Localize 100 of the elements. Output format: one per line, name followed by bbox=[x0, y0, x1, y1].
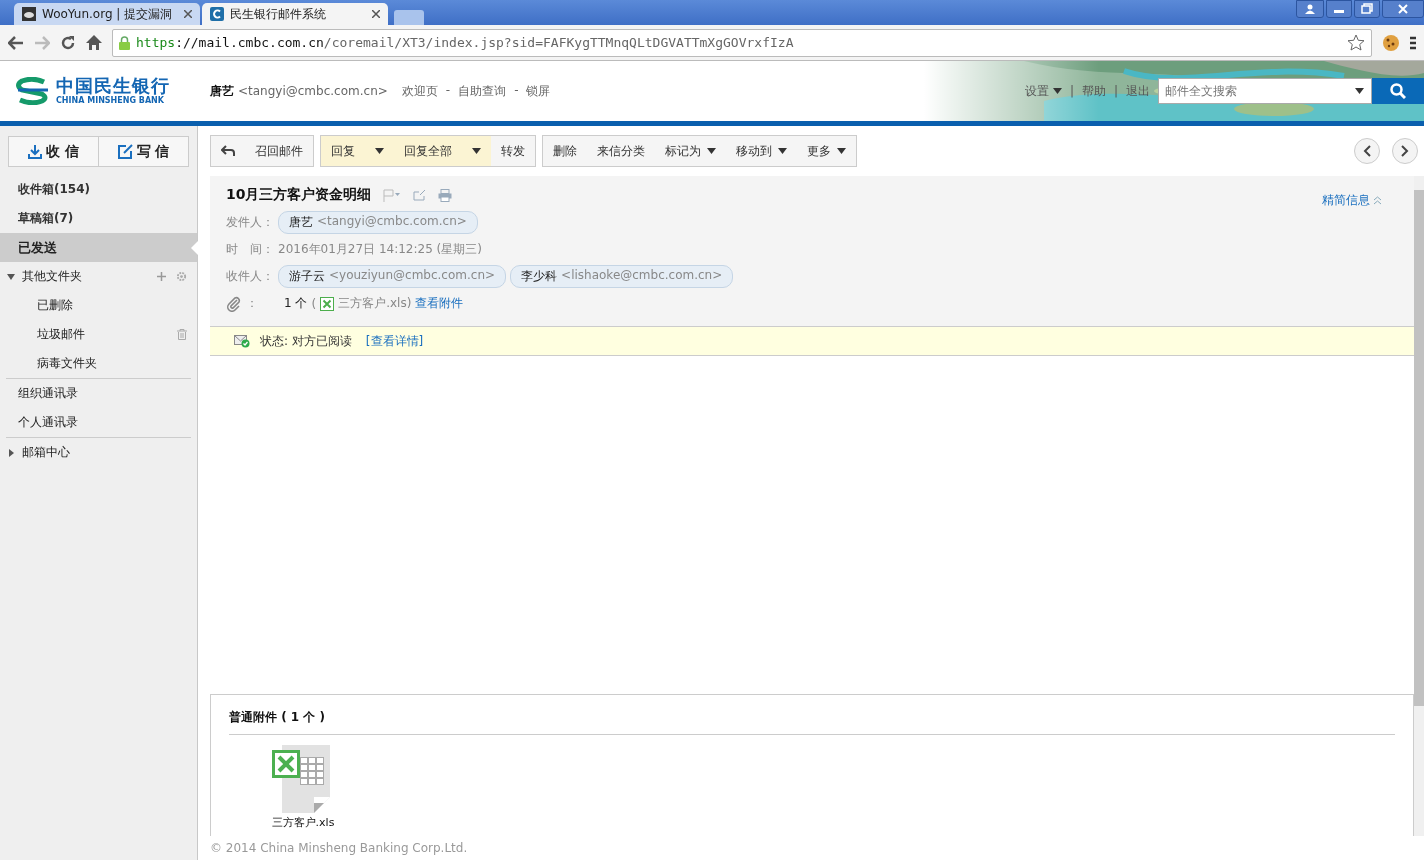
folder-item[interactable]: 收件箱(154) bbox=[18, 181, 91, 198]
logo-text: CHINA MINSHENG BANK bbox=[56, 97, 165, 105]
recipient-chip[interactable]: 李少科 <lishaoke@cmbc.com.cn> bbox=[510, 265, 734, 288]
folder-item[interactable]: 已删除 bbox=[37, 297, 73, 314]
browser-tab[interactable]: 民生银行邮件系统 bbox=[202, 3, 388, 25]
toolbar-button[interactable]: 来信分类 bbox=[587, 136, 655, 166]
status-text: 状态: 对方已阅读 bbox=[260, 332, 352, 350]
user-name: 唐艺 bbox=[210, 82, 234, 100]
minimize-icon[interactable] bbox=[1326, 0, 1352, 18]
address-bar[interactable]: https://mail.cmbc.com.cn/coremail/XT3/index.jsp?sid=FAFKygTTMnqQLtDGVATTmXgGOVrxfIzA bbox=[112, 28, 1372, 57]
folder-item[interactable]: 已发送 bbox=[18, 238, 57, 257]
browser-tab[interactable]: WooYun.org | 提交漏洞 bbox=[14, 3, 200, 25]
caret-icon bbox=[707, 148, 716, 154]
home-icon[interactable] bbox=[86, 35, 102, 50]
header-link[interactable]: 锁屏 bbox=[526, 82, 551, 100]
recipient-chip[interactable]: 游子云 <youziyun@cmbc.com.cn> bbox=[278, 265, 507, 288]
double-chevron-up-icon bbox=[1373, 196, 1382, 205]
search-icon bbox=[1390, 83, 1406, 99]
paren-text: ( bbox=[311, 296, 317, 311]
url-text: /coremail/XT3/index.jsp?sid=FAFKygTTMnqQLtDGVATTmXgGOVrxfIzA bbox=[323, 35, 794, 50]
dropdown-button[interactable] bbox=[462, 136, 491, 166]
next-button[interactable] bbox=[1392, 138, 1418, 164]
folder-item[interactable]: 垃圾邮件 bbox=[37, 326, 85, 343]
chevron-left-icon bbox=[1363, 145, 1371, 157]
compose-button[interactable]: 写 信 bbox=[98, 137, 188, 166]
back-button[interactable] bbox=[211, 136, 245, 166]
caret-icon bbox=[1355, 88, 1364, 94]
detail-toggle-link[interactable]: 精简信息 bbox=[1322, 192, 1382, 209]
site-icon bbox=[22, 7, 36, 21]
sender-chip[interactable]: 唐艺 <tangyi@cmbc.com.cn> bbox=[278, 211, 478, 234]
caret-icon bbox=[1052, 88, 1062, 94]
close-icon[interactable] bbox=[184, 10, 192, 18]
attachment-count: 1 个 bbox=[284, 295, 308, 312]
header-link[interactable]: 自助查询 bbox=[458, 82, 507, 100]
separator-text: - bbox=[445, 82, 451, 99]
toolbar-button[interactable]: 删除 bbox=[543, 136, 587, 166]
collapsed-triangle-icon[interactable] bbox=[6, 447, 16, 458]
download-icon bbox=[28, 144, 43, 159]
caret-icon bbox=[837, 148, 846, 154]
email-subject: 10月三方客户资金明细 bbox=[226, 186, 372, 204]
toolbar-button[interactable]: 回复全部 bbox=[394, 136, 462, 166]
toolbar-button[interactable]: 移动到 bbox=[726, 136, 797, 166]
spreadsheet-icon bbox=[320, 296, 335, 311]
site-icon bbox=[210, 7, 224, 21]
search-field[interactable]: 邮件全文搜索 bbox=[1158, 78, 1372, 104]
previous-button[interactable] bbox=[1354, 138, 1380, 164]
header-link[interactable]: 帮助 bbox=[1081, 82, 1106, 100]
close-icon[interactable] bbox=[372, 10, 380, 18]
header-link[interactable]: 设置 bbox=[1024, 82, 1062, 100]
folder-item[interactable]: 个人通讯录 bbox=[18, 414, 78, 431]
toolbar-button[interactable]: 标记为 bbox=[655, 136, 726, 166]
search-button[interactable] bbox=[1372, 78, 1424, 104]
caret-icon bbox=[472, 148, 481, 154]
toolbar-button[interactable]: 回复 bbox=[321, 136, 365, 166]
back-icon[interactable] bbox=[8, 35, 24, 50]
folder-item[interactable]: 病毒文件夹 bbox=[37, 355, 97, 372]
file-name[interactable]: 三方客户.xls bbox=[271, 815, 335, 830]
toolbar-button[interactable]: 召回邮件 bbox=[245, 136, 313, 166]
view-attachment-link[interactable]: 查看附件 bbox=[415, 295, 464, 312]
attachments-title: 普通附件 ( 1 个 ) bbox=[229, 709, 1395, 735]
selection-pointer bbox=[191, 241, 198, 255]
cookie-icon[interactable] bbox=[1382, 33, 1400, 52]
copyright-text: © 2014 China Minsheng Banking Corp.Ltd. bbox=[209, 840, 469, 857]
separator-text: | bbox=[1113, 84, 1118, 98]
scrollbar[interactable] bbox=[1414, 176, 1424, 836]
paperclip-icon bbox=[226, 295, 242, 312]
expanded-triangle-icon[interactable] bbox=[6, 271, 16, 282]
toolbar-button[interactable]: 更多 bbox=[797, 136, 856, 166]
toolbar-button[interactable]: 转发 bbox=[491, 136, 535, 166]
url-text: ://mail.cmbc.com.cn bbox=[175, 35, 324, 50]
details-link[interactable]: [查看详情] bbox=[365, 332, 424, 350]
separator-text: - bbox=[514, 82, 519, 99]
lock-icon bbox=[119, 35, 130, 50]
star-icon[interactable] bbox=[1347, 34, 1365, 51]
folder-item[interactable]: 其他文件夹 bbox=[22, 268, 82, 285]
folder-item[interactable]: 邮箱中心 bbox=[22, 444, 70, 461]
separator-text: | bbox=[1069, 84, 1074, 98]
user-icon[interactable] bbox=[1296, 0, 1324, 18]
edit-icon bbox=[117, 144, 133, 159]
reload-icon[interactable] bbox=[60, 34, 76, 51]
caret-icon bbox=[778, 148, 787, 154]
field-label: 发件人： bbox=[226, 214, 274, 231]
url-text: https bbox=[136, 35, 176, 50]
sent-time: 2016年01月27日 14:12:25 (星期三) bbox=[278, 241, 482, 258]
folder-item[interactable]: 草稿箱(7) bbox=[18, 210, 74, 227]
field-label: 时 间： bbox=[226, 241, 274, 258]
logo-text: 中国民生银行 bbox=[56, 77, 170, 95]
restore-icon[interactable] bbox=[1354, 0, 1380, 18]
attachment-name: 三方客户.xls) bbox=[338, 295, 412, 312]
user-email: <tangyi@cmbc.com.cn> bbox=[238, 84, 388, 98]
read-receipt-icon bbox=[234, 334, 250, 348]
close-icon[interactable] bbox=[1382, 0, 1424, 18]
menu-icon[interactable] bbox=[1410, 35, 1416, 50]
receive-button[interactable]: 收 信 bbox=[9, 137, 98, 166]
header-link[interactable]: 欢迎页 bbox=[401, 82, 438, 100]
chevron-right-icon bbox=[1401, 145, 1409, 157]
folder-item[interactable]: 组织通讯录 bbox=[18, 385, 78, 402]
field-label: 收件人： bbox=[226, 268, 274, 285]
field-label: ： bbox=[246, 295, 258, 312]
reply-arrow-icon bbox=[221, 145, 235, 157]
